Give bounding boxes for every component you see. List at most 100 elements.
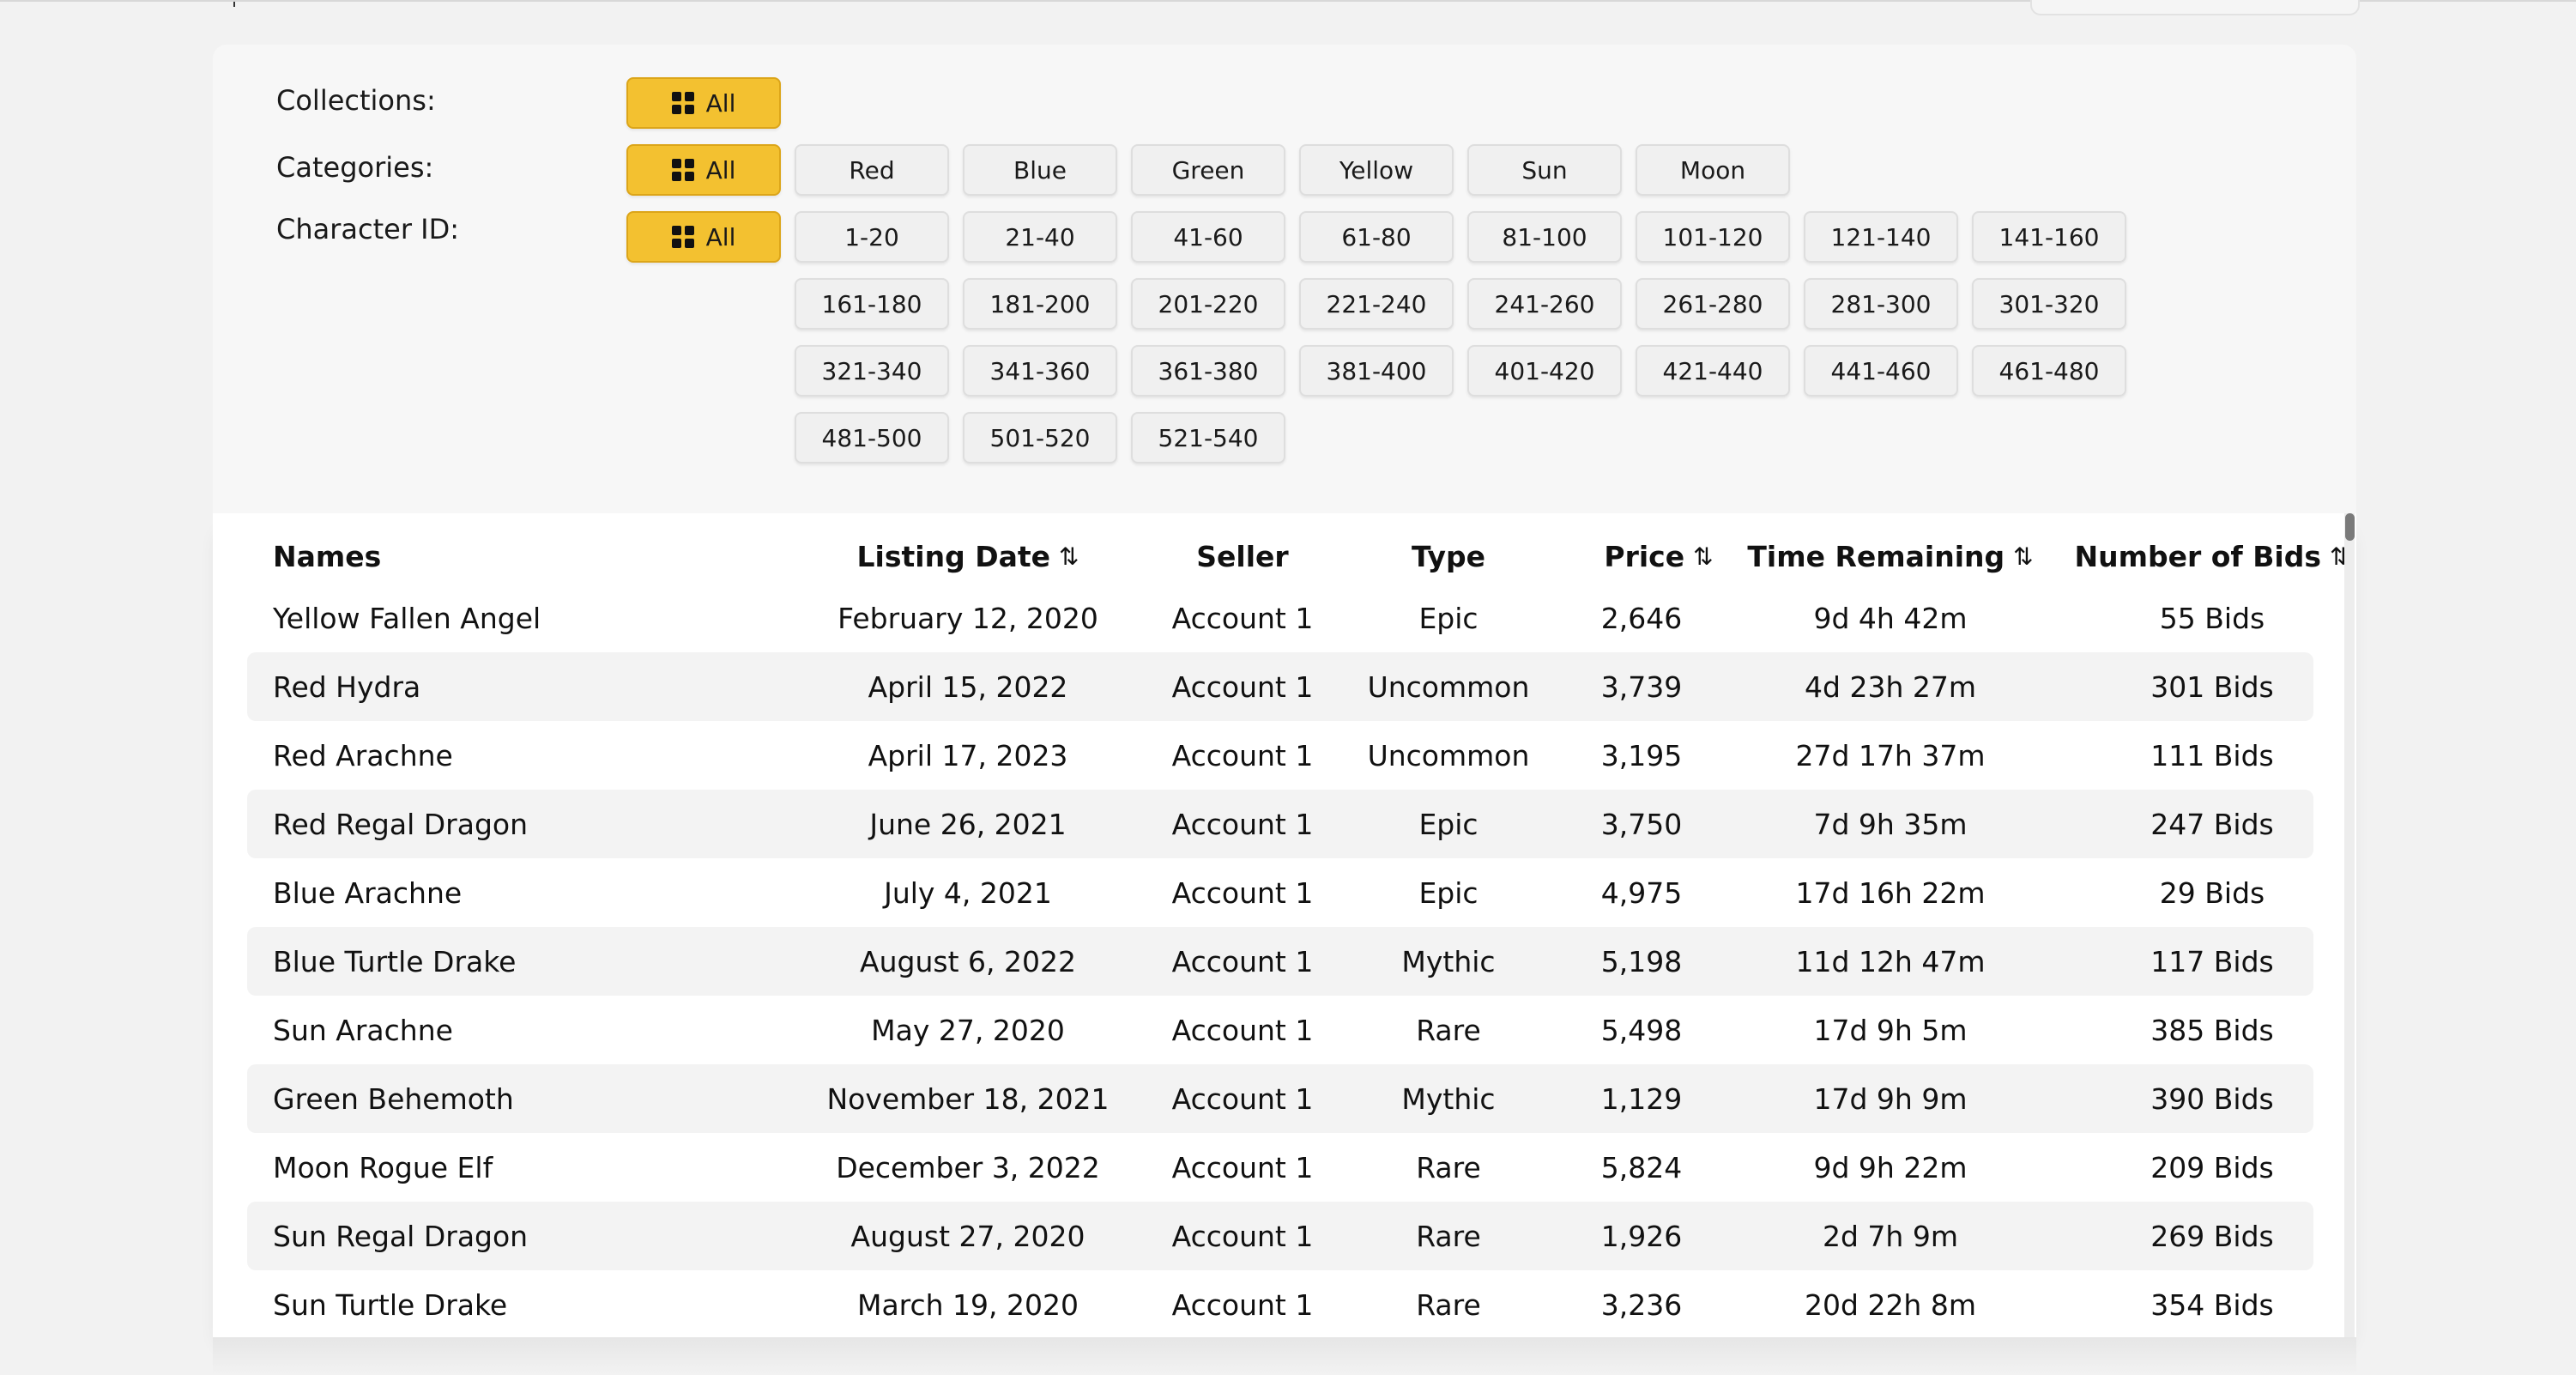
character-id-button-341-360[interactable]: 341-360 [963, 345, 1117, 397]
character-id-button-101-120[interactable]: 101-120 [1636, 211, 1790, 263]
column-header-label: Names [273, 539, 382, 573]
character-id-button-261-280[interactable]: 261-280 [1636, 278, 1790, 330]
collections-label: Collections: [276, 84, 436, 117]
top-marker [233, 2, 235, 7]
character-id-button-201-220[interactable]: 201-220 [1131, 278, 1285, 330]
cell-name: Green Behemoth [273, 1081, 514, 1116]
collections-all-label: All [705, 88, 736, 118]
category-button-red[interactable]: Red [795, 144, 949, 196]
character-id-button-1-20[interactable]: 1-20 [795, 211, 949, 263]
cell-price: 3,750 [1600, 807, 1683, 841]
cell-name: Red Regal Dragon [273, 807, 529, 841]
collections-all-button[interactable]: All [626, 77, 781, 129]
cell-date: August 6, 2022 [860, 944, 1076, 978]
cell-time: 17d 9h 9m [1813, 1081, 1968, 1116]
character-id-button-121-140[interactable]: 121-140 [1804, 211, 1958, 263]
table-row[interactable]: Green Behemoth November 18, 2021 Account 1… [247, 1064, 2313, 1133]
character-id-button-61-80[interactable]: 61-80 [1299, 211, 1454, 263]
character-id-button-21-40[interactable]: 21-40 [963, 211, 1117, 263]
cell-seller: Account 1 [1171, 1287, 1314, 1322]
cell-time: 2d 7h 9m [1823, 1219, 1958, 1253]
cell-time: 27d 17h 37m [1795, 738, 1986, 772]
category-button-sun[interactable]: Sun [1467, 144, 1622, 196]
category-button-yellow[interactable]: Yellow [1299, 144, 1454, 196]
cell-seller: Account 1 [1171, 1013, 1314, 1047]
column-header-type: Type [1337, 530, 1560, 582]
table-row[interactable]: Blue Turtle Drake August 6, 2022 Account 1… [247, 927, 2313, 996]
character-id-button-501-520[interactable]: 501-520 [963, 412, 1117, 463]
cell-price: 3,739 [1600, 669, 1683, 704]
sort-arrows-icon[interactable]: ⇅ [1059, 542, 1079, 571]
character-id-button-161-180[interactable]: 161-180 [795, 278, 949, 330]
character-id-all-label: All [705, 222, 736, 251]
character-id-button-521-540[interactable]: 521-540 [1131, 412, 1285, 463]
character-id-button-241-260[interactable]: 241-260 [1467, 278, 1622, 330]
column-header-label: Seller [1196, 539, 1289, 573]
table-row[interactable]: Blue Arachne July 4, 2021 Account 1 Epic 4,9… [247, 858, 2313, 927]
category-button-green[interactable]: Green [1131, 144, 1285, 196]
table-row[interactable]: Sun Turtle Drake March 19, 2020 Account 1 R… [247, 1270, 2313, 1337]
cell-bids: 301 Bids [2150, 669, 2274, 704]
cell-seller: Account 1 [1171, 1081, 1314, 1116]
cell-name: Sun Regal Dragon [273, 1219, 529, 1253]
cell-bids: 209 Bids [2150, 1150, 2274, 1184]
character-id-button-441-460[interactable]: 441-460 [1804, 345, 1958, 397]
character-id-button-281-300[interactable]: 281-300 [1804, 278, 1958, 330]
column-header-label: Listing Date [856, 539, 1051, 573]
column-header-listing-date[interactable]: Listing Date ⇅ [788, 530, 1148, 582]
cell-date: August 27, 2020 [850, 1219, 1085, 1253]
character-id-button-81-100[interactable]: 81-100 [1467, 211, 1622, 263]
cell-bids: 29 Bids [2159, 875, 2265, 910]
character-id-button-421-440[interactable]: 421-440 [1636, 345, 1790, 397]
cell-name: Yellow Fallen Angel [273, 601, 541, 635]
categories-all-button[interactable]: All [626, 144, 781, 196]
cell-price: 1,926 [1600, 1219, 1683, 1253]
character-id-button-321-340[interactable]: 321-340 [795, 345, 949, 397]
character-id-button-481-500[interactable]: 481-500 [795, 412, 949, 463]
character-id-button-221-240[interactable]: 221-240 [1299, 278, 1454, 330]
cell-date: April 15, 2022 [868, 669, 1068, 704]
table-row[interactable]: Red Hydra April 15, 2022 Account 1 Uncommon… [247, 652, 2313, 721]
category-button-blue[interactable]: Blue [963, 144, 1117, 196]
table-bottom-shadow [213, 1337, 2356, 1375]
cell-name: Blue Arachne [273, 875, 463, 910]
character-id-all-button[interactable]: All [626, 211, 781, 263]
character-id-button-141-160[interactable]: 141-160 [1972, 211, 2126, 263]
character-id-button-461-480[interactable]: 461-480 [1972, 345, 2126, 397]
category-button-moon[interactable]: Moon [1636, 144, 1790, 196]
cell-time: 9d 9h 22m [1813, 1150, 1968, 1184]
character-id-button-401-420[interactable]: 401-420 [1467, 345, 1622, 397]
cell-seller: Account 1 [1171, 875, 1314, 910]
cell-type: Epic [1418, 601, 1478, 635]
table-row[interactable]: Sun Regal Dragon August 27, 2020 Account 1… [247, 1202, 2313, 1270]
character-id-button-181-200[interactable]: 181-200 [963, 278, 1117, 330]
top-right-control[interactable] [2030, 0, 2360, 15]
column-header-names: Names [273, 530, 530, 582]
table-row[interactable]: Red Regal Dragon June 26, 2021 Account 1 Ep… [247, 790, 2313, 858]
table-row[interactable]: Moon Rogue Elf December 3, 2022 Account 1 R… [247, 1133, 2313, 1202]
cell-price: 3,195 [1600, 738, 1683, 772]
column-header-label: Type [1411, 539, 1486, 573]
scrollbar-thumb[interactable] [2345, 513, 2355, 541]
grid-icon [671, 226, 694, 248]
table-row[interactable]: Sun Arachne May 27, 2020 Account 1 Rare 5,49… [247, 996, 2313, 1064]
cell-type: Mythic [1401, 944, 1496, 978]
character-id-button-301-320[interactable]: 301-320 [1972, 278, 2126, 330]
column-header-label: Price [1604, 539, 1685, 573]
cell-time: 17d 9h 5m [1813, 1013, 1968, 1047]
scrollbar-track[interactable] [2344, 513, 2355, 1337]
cell-bids: 111 Bids [2150, 738, 2274, 772]
table-row[interactable]: Yellow Fallen Angel February 12, 2020 Acco… [247, 584, 2313, 652]
character-id-button-381-400[interactable]: 381-400 [1299, 345, 1454, 397]
cell-bids: 390 Bids [2150, 1081, 2274, 1116]
cell-bids: 117 Bids [2150, 944, 2274, 978]
table-row[interactable]: Red Arachne April 17, 2023 Account 1 Uncomm… [247, 721, 2313, 790]
column-header-number-of-bids[interactable]: Number of Bids ⇅ [2006, 530, 2356, 582]
column-header-label: Number of Bids [2074, 539, 2322, 573]
cell-time: 11d 12h 47m [1795, 944, 1986, 978]
cell-time: 4d 23h 27m [1805, 669, 1976, 704]
cell-name: Sun Turtle Drake [273, 1287, 508, 1322]
cell-date: May 27, 2020 [871, 1013, 1065, 1047]
character-id-button-361-380[interactable]: 361-380 [1131, 345, 1285, 397]
character-id-button-41-60[interactable]: 41-60 [1131, 211, 1285, 263]
